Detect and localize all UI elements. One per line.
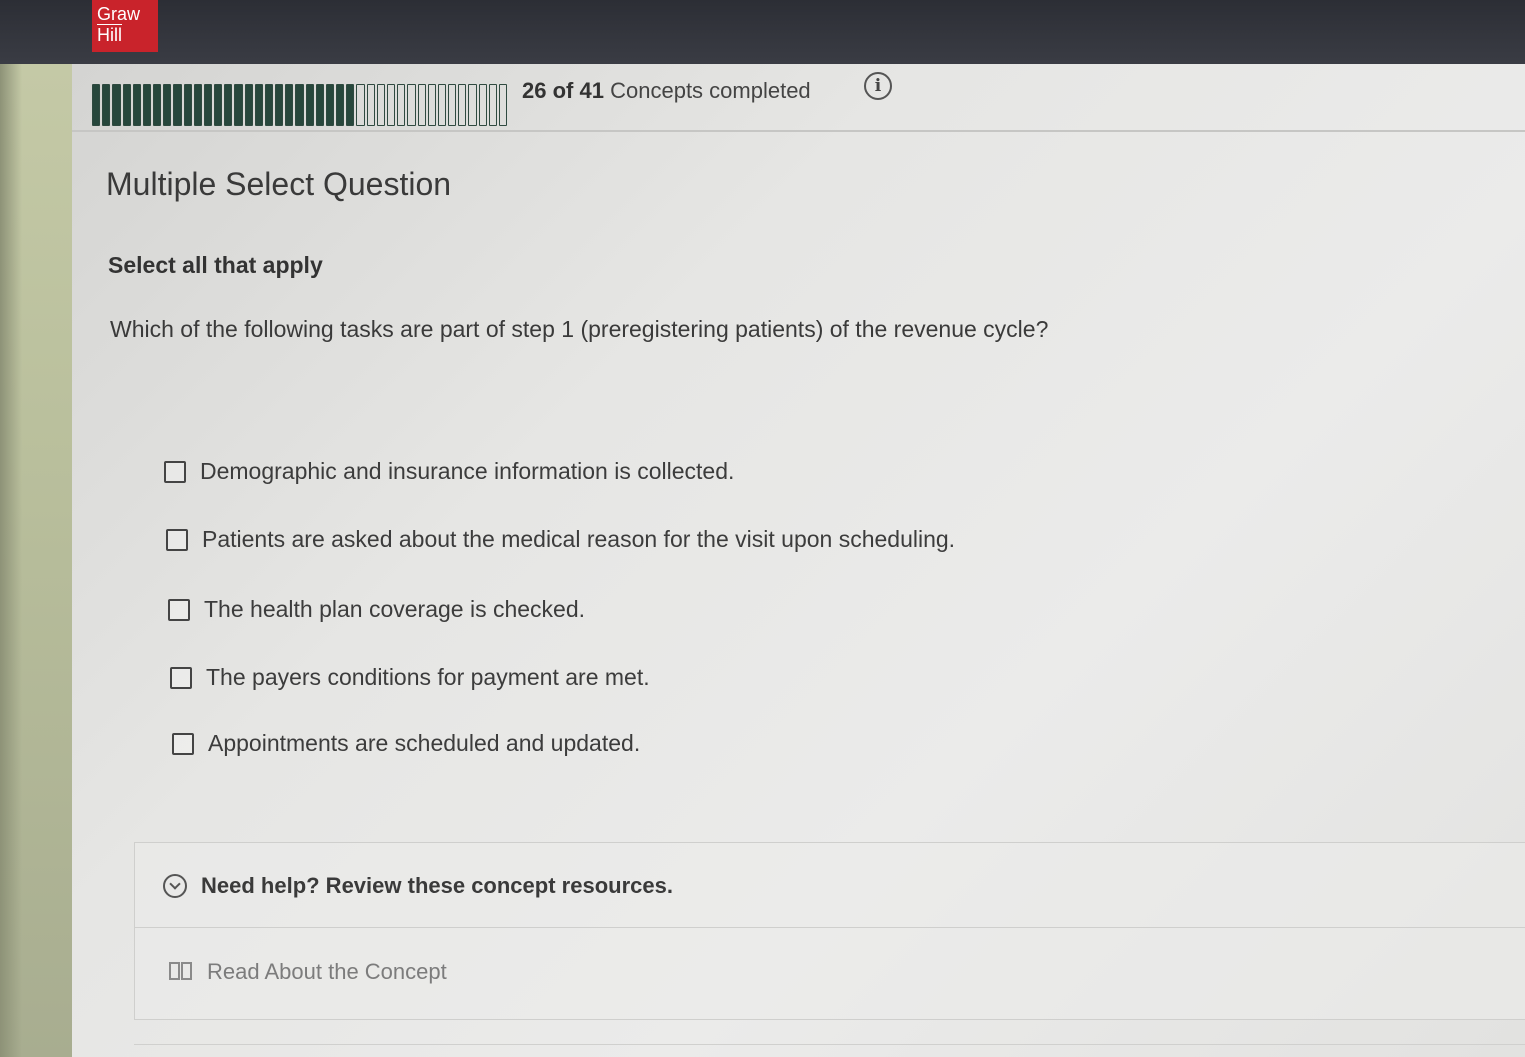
progress-segment-completed <box>112 84 121 126</box>
progress-segment-completed <box>254 84 263 126</box>
answer-checkbox[interactable] <box>172 732 194 755</box>
progress-segment-completed <box>122 84 131 126</box>
progress-segment-remaining <box>488 84 497 126</box>
answer-option-label: Demographic and insurance information is… <box>200 458 735 484</box>
answer-option-label: The health plan coverage is checked. <box>204 596 586 622</box>
progress-segment-remaining <box>397 84 406 126</box>
progress-segment-completed <box>244 84 253 126</box>
answer-option-5[interactable]: Appointments are scheduled and updated. <box>172 730 640 757</box>
progress-segment-completed <box>224 84 233 126</box>
progress-header: 26 of 41 Concepts completed i <box>72 64 1525 132</box>
progress-segment-completed <box>346 84 355 126</box>
progress-segment-remaining <box>386 84 396 126</box>
progress-segment-remaining <box>366 84 375 126</box>
progress-segment-remaining <box>458 84 467 126</box>
help-divider <box>135 927 1525 928</box>
read-about-concept-label: Read About the Concept <box>207 959 447 984</box>
sidebar-shadow <box>0 64 22 1057</box>
answer-option-label: Patients are asked about the medical rea… <box>202 526 956 552</box>
answer-option-1[interactable]: Demographic and insurance information is… <box>164 458 734 485</box>
question-type-heading: Multiple Select Question <box>106 166 452 202</box>
answer-checkbox[interactable] <box>166 528 188 551</box>
top-bar: Graw Hill <box>0 0 1525 64</box>
progress-text: 26 of 41 Concepts completed <box>522 78 811 104</box>
progress-segment-completed <box>183 84 192 126</box>
progress-segment-completed <box>203 84 213 126</box>
progress-segment-completed <box>102 84 111 126</box>
answer-checkbox[interactable] <box>168 598 190 621</box>
answer-option-4[interactable]: The payers conditions for payment are me… <box>170 664 650 691</box>
progress-segment-completed <box>305 84 314 126</box>
progress-segment-completed <box>132 84 141 126</box>
progress-segment-remaining <box>407 84 416 126</box>
help-toggle[interactable]: Need help? Review these concept resource… <box>163 873 673 899</box>
concept-resources-panel: Need help? Review these concept resource… <box>134 842 1525 1020</box>
progress-segment-remaining <box>468 84 477 126</box>
info-icon[interactable]: i <box>864 72 892 100</box>
answer-option-3[interactable]: The health plan coverage is checked. <box>168 596 585 623</box>
mcgraw-hill-logo: Graw Hill <box>92 0 158 52</box>
answer-checkbox[interactable] <box>164 460 186 483</box>
progress-segment-completed <box>336 84 345 126</box>
progress-suffix: Concepts completed <box>610 78 811 103</box>
progress-segment-remaining <box>417 84 426 126</box>
progress-segment-completed <box>153 84 162 126</box>
progress-segment-remaining <box>356 84 365 126</box>
progress-segment-remaining <box>437 84 447 126</box>
progress-completed-count: 26 <box>522 78 547 103</box>
question-prompt: Which of the following tasks are part of… <box>110 316 1049 342</box>
answer-option-label: Appointments are scheduled and updated. <box>208 730 641 756</box>
progress-segment-remaining <box>498 84 508 126</box>
answer-checkbox[interactable] <box>170 666 192 689</box>
progress-segment-completed <box>285 84 294 126</box>
answer-option-label: The payers conditions for payment are me… <box>206 664 650 690</box>
logo-line-1: Graw <box>97 4 141 24</box>
read-about-concept-link[interactable]: Read About the Concept <box>169 959 447 985</box>
progress-segment-completed <box>315 84 324 126</box>
progress-segment-remaining <box>427 84 436 126</box>
help-header-text: Need help? Review these concept resource… <box>201 873 673 898</box>
progress-segment-completed <box>275 84 284 126</box>
progress-segment-completed <box>173 84 182 126</box>
progress-segment-completed <box>264 84 274 126</box>
progress-total-count: 41 <box>579 78 604 103</box>
progress-segment-completed <box>193 84 202 126</box>
progress-segment-completed <box>325 84 335 126</box>
progress-segment-completed <box>214 84 223 126</box>
progress-of: of <box>552 78 574 103</box>
progress-segment-remaining <box>376 84 385 126</box>
progress-segment-completed <box>163 84 172 126</box>
main-content: 26 of 41 Concepts completed i Multiple S… <box>72 64 1525 1057</box>
book-icon <box>169 962 195 982</box>
progress-segment-remaining <box>448 84 457 126</box>
progress-segment-completed <box>142 84 152 126</box>
progress-segment-completed <box>234 84 243 126</box>
logo-line-2: Hill <box>97 24 122 45</box>
answer-option-2[interactable]: Patients are asked about the medical rea… <box>166 526 955 553</box>
question-instruction: Select all that apply <box>108 252 323 278</box>
bottom-divider <box>134 1044 1525 1045</box>
progress-segment-remaining <box>478 84 487 126</box>
progress-segment-completed <box>92 84 101 126</box>
progress-segment-completed <box>295 84 304 126</box>
chevron-down-circle-icon <box>163 874 187 898</box>
concepts-progress-bar <box>92 84 508 126</box>
